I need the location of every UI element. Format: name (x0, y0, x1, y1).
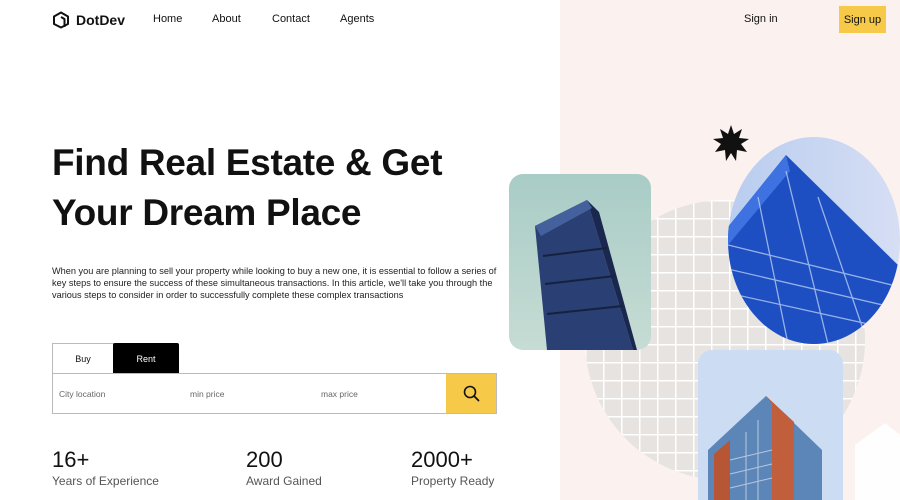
star-burst-icon (713, 125, 749, 161)
search-icon (463, 385, 479, 402)
decorative-white-shape (855, 423, 900, 500)
nav-link-about[interactable]: About (212, 13, 241, 25)
brand-logo[interactable]: DotDev (52, 10, 125, 30)
sign-in-link[interactable]: Sign in (744, 13, 778, 25)
stat-awards-value: 200 (246, 447, 283, 472)
stat-years-value: 16+ (52, 447, 90, 472)
city-location-input[interactable] (59, 374, 184, 413)
building-image-3 (698, 350, 843, 500)
stat-years-label: Years of Experience (52, 474, 159, 488)
building-image-1 (509, 174, 651, 350)
nav-link-home[interactable]: Home (153, 13, 182, 25)
headline-line-2: Your Dream Place (52, 192, 362, 233)
stat-property-label: Property Ready (411, 474, 495, 488)
nav-link-agents[interactable]: Agents (340, 13, 374, 25)
hero-description: When you are planning to sell your prope… (52, 266, 497, 300)
max-price-input[interactable] (321, 374, 446, 413)
logo-icon (53, 11, 69, 29)
search-form (52, 373, 497, 414)
building-image-2 (728, 137, 900, 344)
logo-text: DotDev (76, 12, 126, 28)
tab-rent[interactable]: Rent (113, 343, 179, 374)
stat-awards-label: Award Gained (246, 474, 322, 488)
top-navigation: DotDev Home About Contact Agents Sign in… (0, 0, 900, 40)
stat-property-value: 2000+ (411, 447, 473, 472)
search-button[interactable] (446, 374, 496, 413)
nav-link-contact[interactable]: Contact (272, 13, 310, 25)
min-price-input[interactable] (190, 374, 315, 413)
hero-headline: Find Real Estate & Get Your Dream Place (52, 138, 522, 238)
sign-up-button[interactable]: Sign up (839, 6, 886, 33)
headline-line-1: Find Real Estate & Get (52, 142, 443, 183)
tab-buy[interactable]: Buy (52, 343, 114, 374)
